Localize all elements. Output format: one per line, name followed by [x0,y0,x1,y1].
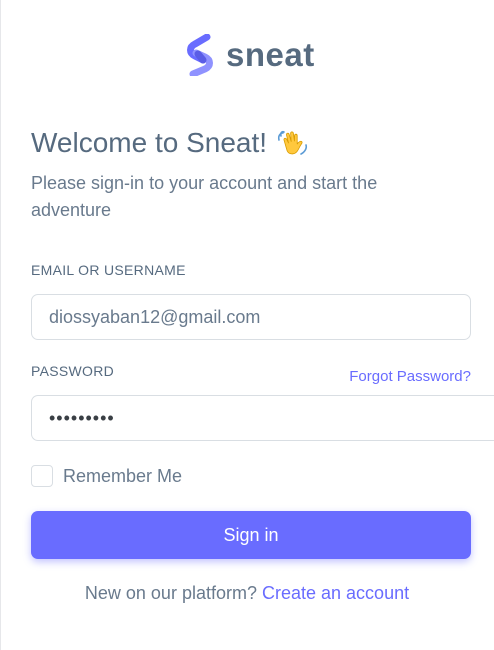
brand[interactable]: sneat [186,34,315,76]
remember-me-label: Remember Me [63,465,183,486]
login-card: sneat Welcome to Sneat! Please sign-in t… [0,0,494,650]
sign-in-button[interactable]: Sign in [31,511,471,559]
welcome-subtitle: Please sign-in to your account and start… [31,173,378,220]
remember-me-checkbox[interactable] [31,465,53,487]
create-account-link[interactable]: Create an account [262,583,409,603]
waving-hand-icon [278,130,308,155]
remember-me[interactable]: Remember Me [31,465,182,487]
email-field[interactable] [31,294,471,340]
forgot-password-link[interactable]: Forgot Password? [349,368,471,385]
password-label: PASSWORD [31,363,115,379]
welcome-title: Welcome to Sneat! [31,127,268,158]
brand-name: sneat [226,36,315,73]
password-field[interactable] [31,395,494,441]
signup-prompt-text: New on our platform? [84,583,257,603]
signup-prompt: New on our platform? Create an account [0,583,494,604]
sneat-logo-icon [187,34,213,76]
email-label: EMAIL OR USERNAME [31,262,186,278]
welcome-heading: Welcome to Sneat! [31,124,309,162]
